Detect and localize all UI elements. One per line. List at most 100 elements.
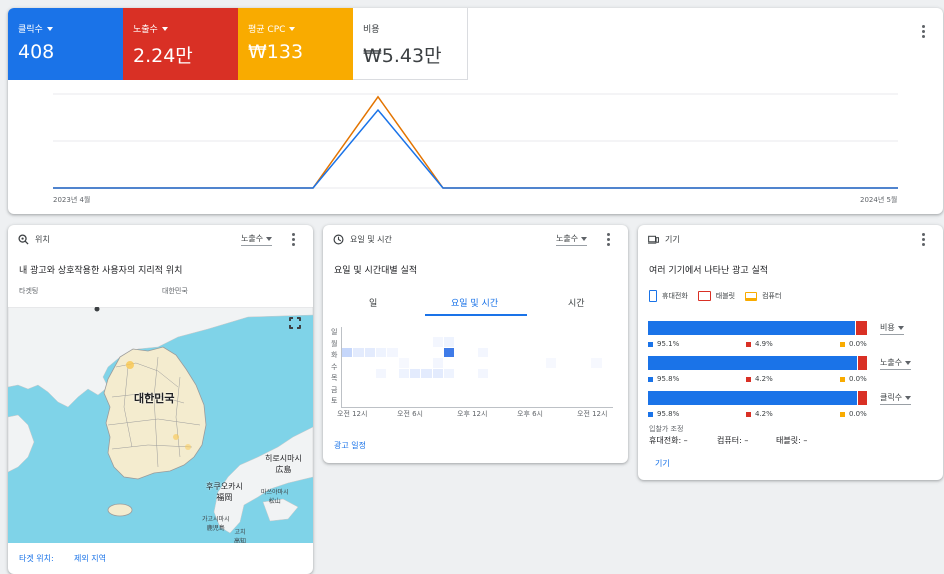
targeting-label: 타겟팅 <box>19 287 39 295</box>
mobile-share: 95.8% <box>648 410 679 418</box>
day-label: 토 <box>331 397 338 405</box>
schedule-metric-dropdown[interactable]: 노출수 <box>556 233 588 246</box>
legend-mobile-label: 휴대전화 <box>662 292 688 300</box>
heatmap-cell <box>398 358 409 368</box>
location-map[interactable]: 대한민국 히로시마시 広島 후쿠오카시 福岡 마쓰야마시 松山 가고시마시 鹿児島 고치… <box>8 307 313 543</box>
cost-tile[interactable]: 비용 ₩5.43만 <box>353 8 468 80</box>
device-bar-impressions <box>648 356 867 370</box>
heatmap-cell <box>398 368 409 378</box>
day-label: 금 <box>331 385 338 394</box>
location-search-icon <box>18 233 29 245</box>
series-line-1 <box>53 108 898 189</box>
device-bar-cost <box>648 321 867 335</box>
desktop-share: 0.0% <box>840 375 867 383</box>
tab-day[interactable]: 일 <box>369 296 377 309</box>
heatmap-cell <box>444 368 455 378</box>
chevron-down-icon <box>897 325 904 330</box>
map-label-matsuyama: 마쓰야마시 松山 <box>261 489 289 505</box>
heatmap-x-axis <box>341 407 613 408</box>
devices-header: 기기 <box>638 225 943 253</box>
heatmap-cell <box>432 358 443 368</box>
tab-day-and-time[interactable]: 요일 및 시간 <box>451 296 498 309</box>
map-label-fukuoka: 후쿠오카시 福岡 <box>206 482 243 502</box>
time-label: 오후 12시 <box>457 410 488 418</box>
day-label: 월 <box>331 339 338 348</box>
avg-cpc-value: ₩133 <box>248 41 304 63</box>
bid-adjustment-desktop: 컴퓨터: – <box>717 436 749 445</box>
clicks-tile[interactable]: 클릭수 408 <box>8 8 123 80</box>
heatmap-cell <box>376 368 387 378</box>
heatmap-cell <box>478 368 489 378</box>
day-label: 일 <box>331 328 338 336</box>
more-options-icon[interactable] <box>285 230 301 248</box>
heatmap-cell <box>591 358 602 368</box>
excluded-location-link[interactable]: 제외 지역 <box>74 553 106 564</box>
heatmap-cell <box>444 347 455 357</box>
performance-summary-card: 클릭수 408 노출수 2.24만 평균 CPC ₩133 비용 ₩5.43만 … <box>8 8 943 214</box>
more-options-icon[interactable] <box>915 230 931 248</box>
mobile-share: 95.1% <box>648 340 679 348</box>
bar-segment-mobile <box>648 356 857 370</box>
more-options-icon[interactable] <box>915 22 931 40</box>
schedule-subtitle: 요일 및 시간대별 실적 <box>334 266 418 276</box>
heatmap-cell <box>376 347 387 357</box>
chevron-down-icon <box>581 236 588 241</box>
cost-value: ₩5.43만 <box>363 45 442 67</box>
desktop-share: 0.0% <box>840 340 867 348</box>
chevron-down-icon <box>289 26 296 31</box>
device-metric-dropdown-impressions[interactable]: 노출수 <box>880 357 912 370</box>
legend-desktop-label: 컴퓨터 <box>762 292 782 300</box>
time-label: 오후 6시 <box>517 410 543 418</box>
bid-adjustment-tablet: 태블릿: – <box>776 436 808 445</box>
clock-calendar-icon <box>333 234 344 244</box>
fullscreen-icon[interactable] <box>289 317 301 329</box>
time-label: 오전 12시 <box>337 410 368 418</box>
heatmap-cell <box>478 347 489 357</box>
chevron-down-icon <box>266 236 273 241</box>
heatmap-cell <box>421 368 432 378</box>
targeting-value: 대한민국 <box>162 287 188 295</box>
day-label: 목 <box>331 374 338 382</box>
device-metric-dropdown-cost[interactable]: 비용 <box>880 322 904 335</box>
legend-tablet-label: 태블릿 <box>715 292 736 300</box>
heatmap-cell <box>546 358 557 368</box>
target-location-link[interactable]: 타겟 위치: <box>19 553 54 564</box>
bar-segment-mobile <box>648 321 855 335</box>
schedule-card: 요일 및 시간 노출수 요일 및 시간대별 실적 일 요일 및 시간 시간 일월… <box>323 225 628 463</box>
bid-adjustment-mobile: 휴대전화: – <box>649 436 688 445</box>
devices-icon <box>648 235 659 244</box>
laptop-icon <box>745 291 758 301</box>
time-label: 오전 12시 <box>577 410 608 418</box>
map-label-hiroshima: 히로시마시 広島 <box>265 454 302 474</box>
heatmap-cell <box>353 347 364 357</box>
impressions-value: 2.24만 <box>133 45 193 67</box>
device-legend: 휴대전화 태블릿 컴퓨터 <box>649 289 781 303</box>
series-line-0 <box>53 95 898 189</box>
trend-line-chart <box>53 93 898 189</box>
chart-end-label: 2024년 5월 <box>860 196 898 204</box>
desktop-share: 0.0% <box>840 410 867 418</box>
map-graphic <box>8 307 313 534</box>
heatmap-cell <box>432 368 443 378</box>
location-metric-dropdown[interactable]: 노출수 <box>241 233 273 246</box>
chart-start-label: 2023년 4월 <box>53 196 91 204</box>
more-options-icon[interactable] <box>600 230 616 248</box>
tab-time[interactable]: 시간 <box>568 296 585 309</box>
heatmap-time-labels: 오전 12시 오전 6시 오후 12시 오후 6시 오전 12시 <box>337 409 617 421</box>
map-label-kagoshima: 가고시마시 鹿児島 <box>202 516 230 532</box>
heatmap-cell <box>410 368 421 378</box>
bar-segment-mobile <box>648 391 857 405</box>
day-time-heatmap <box>342 335 614 385</box>
devices-link[interactable]: 기기 <box>655 458 670 469</box>
ad-schedule-link[interactable]: 광고 일정 <box>334 440 366 451</box>
day-label: 수 <box>331 362 338 371</box>
tablet-share: 4.2% <box>746 410 773 418</box>
bid-adjustment-label: 입찰가 조정 <box>649 425 684 433</box>
tablet-share: 4.9% <box>746 340 773 348</box>
avg-cpc-tile[interactable]: 평균 CPC ₩133 <box>238 8 353 80</box>
device-metric-dropdown-clicks[interactable]: 클릭수 <box>880 392 912 405</box>
location-card: 위치 노출수 내 광고와 상호작용한 사용자의 지리적 위치 타겟팅 대한민국 <box>8 225 313 574</box>
chevron-down-icon <box>905 360 912 365</box>
heatmap-cell <box>387 347 398 357</box>
impressions-tile[interactable]: 노출수 2.24만 <box>123 8 238 80</box>
